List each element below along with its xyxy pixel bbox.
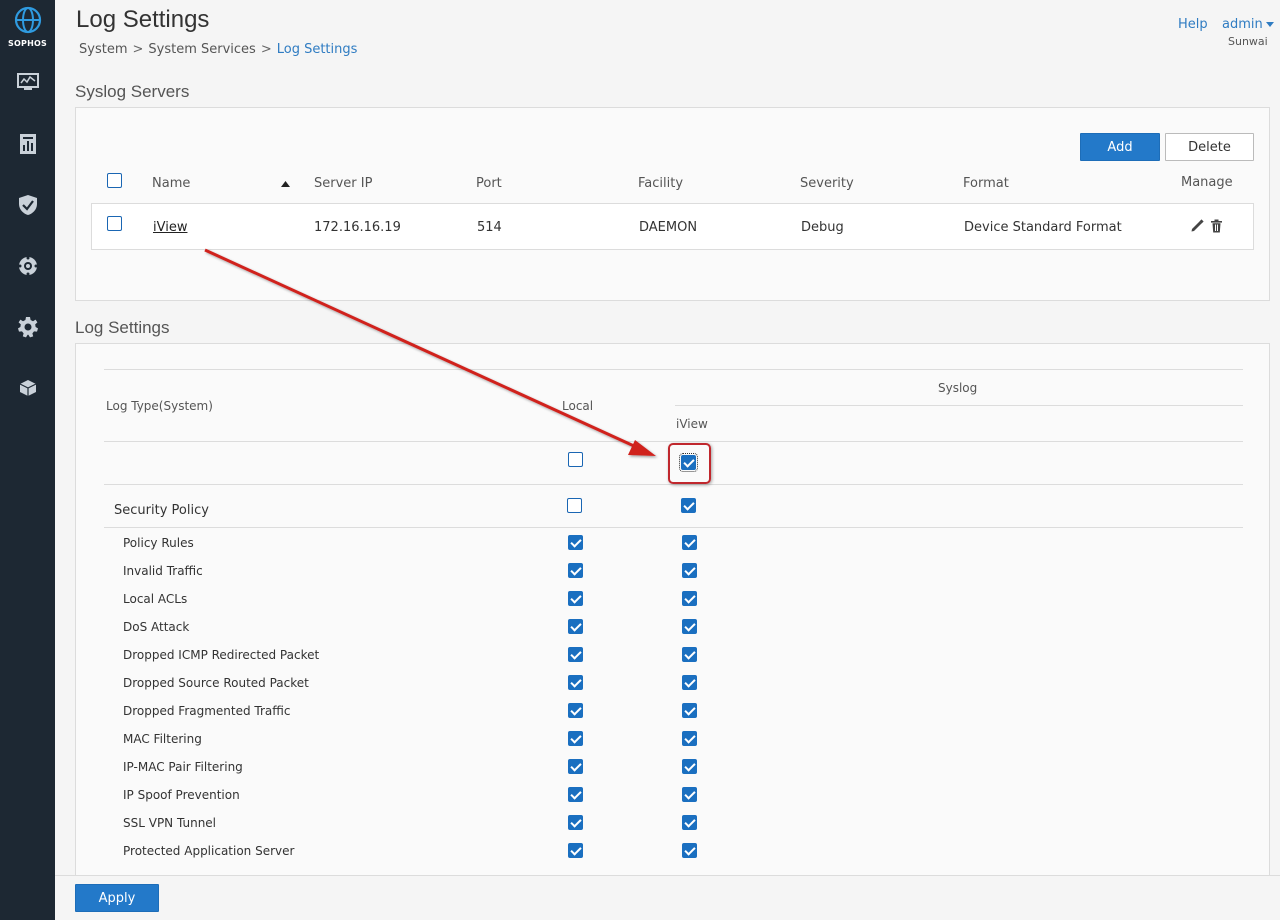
- footer-bar: [55, 875, 1280, 920]
- annotation-arrow: [204, 248, 656, 456]
- apply-button[interactable]: Apply: [75, 884, 159, 912]
